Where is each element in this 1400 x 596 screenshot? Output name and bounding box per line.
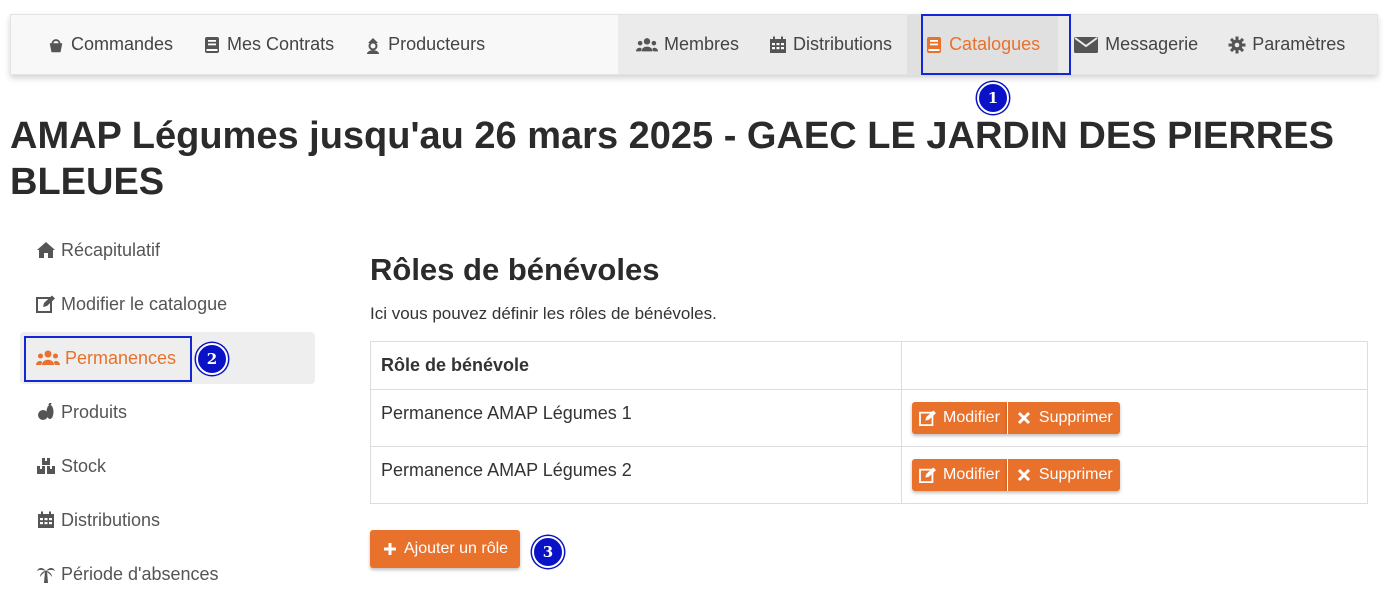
sidebar: Récapitulatif Modifier le catalogue Perm…	[20, 224, 315, 596]
role-name-cell: Permanence AMAP Légumes 2	[370, 446, 902, 504]
edit-icon	[36, 295, 55, 313]
nav-mes-contrats[interactable]: Mes Contrats	[188, 15, 349, 74]
close-icon	[1017, 468, 1030, 482]
page-title: AMAP Légumes jusqu'au 26 mars 2025 - GAE…	[10, 115, 1334, 203]
sidebar-item-stock[interactable]: Stock	[20, 440, 315, 492]
callout-badge-3: 3	[532, 536, 564, 568]
delete-button[interactable]: Supprimer	[1006, 402, 1120, 434]
actions-cell: Modifier Supprimer	[901, 389, 1368, 447]
nav-messagerie[interactable]: Messagerie	[1058, 15, 1213, 74]
close-icon	[1017, 411, 1030, 425]
sidebar-item-recapitulatif[interactable]: Récapitulatif	[20, 224, 315, 276]
nav-parametres[interactable]: Paramètres	[1213, 15, 1360, 74]
book-icon	[927, 36, 942, 53]
nav-catalogues[interactable]: Catalogues	[907, 15, 1059, 74]
actions-cell: Modifier Supprimer	[901, 446, 1368, 504]
nav-left-group: Commandes Mes Contrats Producteurs	[11, 15, 500, 74]
roles-table: Rôle de bénévole Permanence AMAP Légumes…	[370, 341, 1368, 504]
users-icon	[36, 350, 60, 365]
table-row: Permanence AMAP Légumes 1 Modifier Suppr…	[370, 389, 1368, 447]
add-role-button[interactable]: Ajouter un rôle	[370, 530, 521, 568]
produce-icon	[38, 403, 54, 420]
home-icon	[37, 242, 55, 258]
top-navbar: Commandes Mes Contrats Producteurs Membr…	[10, 14, 1378, 75]
sidebar-item-distributions[interactable]: Distributions	[20, 494, 315, 546]
users-icon	[636, 37, 658, 51]
farmer-icon	[367, 37, 380, 54]
role-name-cell: Permanence AMAP Légumes 1	[370, 389, 902, 447]
edit-button[interactable]: Modifier	[912, 459, 1007, 491]
callout-badge-1: 1	[977, 82, 1009, 114]
sidebar-item-permanences[interactable]: Permanences	[20, 332, 315, 384]
boxes-icon	[37, 458, 55, 474]
table-row: Permanence AMAP Légumes 2 Modifier Suppr…	[370, 446, 1368, 504]
edit-button[interactable]: Modifier	[912, 402, 1007, 434]
basket-icon	[49, 38, 63, 52]
plus-icon	[384, 543, 396, 555]
main-content: Rôles de bénévoles Ici vous pouvez défin…	[370, 250, 1368, 568]
edit-icon	[919, 410, 936, 426]
sidebar-item-modifier-catalogue[interactable]: Modifier le catalogue	[20, 278, 315, 330]
section-title: Rôles de bénévoles	[370, 252, 660, 287]
envelope-icon	[1074, 36, 1099, 53]
edit-icon	[919, 467, 936, 483]
calendar-icon	[38, 511, 54, 528]
nav-right-group: Membres Distributions Catalogues Message…	[618, 15, 1377, 74]
table-header-row: Rôle de bénévole	[370, 341, 1368, 390]
row-actions: Modifier Supprimer	[912, 402, 1120, 434]
delete-button[interactable]: Supprimer	[1006, 459, 1120, 491]
callout-badge-2: 2	[196, 343, 228, 375]
column-header-role: Rôle de bénévole	[370, 341, 902, 390]
row-actions: Modifier Supprimer	[912, 459, 1120, 491]
column-header-actions	[901, 341, 1368, 390]
book-icon	[205, 36, 220, 53]
calendar-icon	[770, 36, 787, 53]
sidebar-item-produits[interactable]: Produits	[20, 386, 315, 438]
gear-icon	[1228, 36, 1246, 53]
section-description: Ici vous pouvez définir les rôles de bén…	[370, 304, 717, 323]
nav-commandes[interactable]: Commandes	[11, 15, 188, 74]
palm-tree-icon	[37, 567, 55, 583]
nav-producteurs[interactable]: Producteurs	[349, 15, 500, 74]
nav-distributions[interactable]: Distributions	[754, 15, 907, 74]
sidebar-item-periode-absences[interactable]: Période d'absences	[20, 548, 315, 596]
nav-membres[interactable]: Membres	[618, 15, 754, 74]
